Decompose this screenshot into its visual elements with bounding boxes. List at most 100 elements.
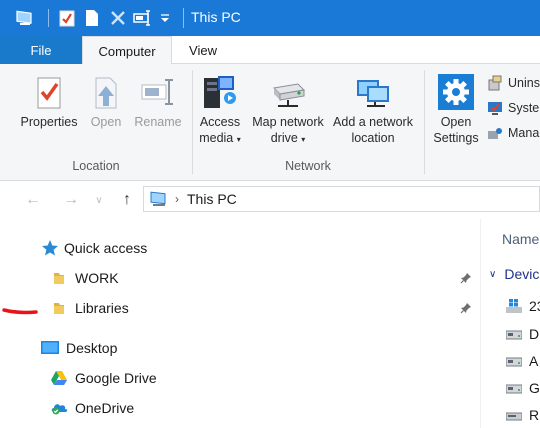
drive-item[interactable]: D — [505, 323, 539, 345]
this-pc-icon[interactable] — [14, 6, 36, 30]
drive-item[interactable]: G — [505, 377, 540, 399]
title-bar: This PC — [0, 0, 540, 36]
up-arrow-icon[interactable]: ↑ — [117, 190, 137, 210]
drive-label: 23 — [529, 298, 540, 314]
location-group-label: Location — [72, 159, 120, 173]
column-header-name[interactable]: Name — [502, 231, 539, 247]
window-title: This PC — [191, 9, 241, 25]
properties-label: Properties — [20, 115, 78, 129]
settings-gear-icon — [430, 70, 482, 114]
folder-icon — [49, 298, 69, 318]
map-network-drive-label-line1: Map network — [252, 115, 324, 129]
rename-qa-icon[interactable] — [132, 6, 154, 30]
navigation-bar: ← → ∨ ↑ › This PC — [0, 181, 540, 219]
drive-icon — [505, 380, 523, 396]
nav-item-google-drive[interactable]: Google Drive — [49, 365, 157, 391]
address-bar[interactable]: › This PC — [143, 186, 540, 212]
desktop-icon — [40, 338, 60, 358]
tab-view[interactable]: View — [172, 36, 234, 64]
forward-arrow-icon[interactable]: → — [61, 190, 81, 210]
onedrive-label: OneDrive — [75, 400, 135, 416]
add-network-location-label-line2: location — [351, 131, 395, 145]
drive-label: A — [529, 353, 539, 369]
access-media-label-line1: Access — [199, 115, 241, 129]
ribbon-panel: Properties Open Rename Location Access me… — [0, 64, 540, 181]
nav-item-libraries[interactable]: Libraries — [49, 295, 129, 321]
pin-icon[interactable] — [459, 301, 473, 315]
properties-qa-icon[interactable] — [56, 6, 78, 30]
work-label: WORK — [75, 270, 119, 286]
system-properties-button[interactable]: Systen — [486, 98, 540, 118]
pin-icon[interactable] — [459, 271, 473, 285]
access-media-icon — [196, 70, 244, 114]
add-network-location-label-line1: Add a network — [333, 115, 413, 129]
windows-drive-icon — [505, 298, 523, 314]
group-separator — [424, 70, 425, 174]
delete-qa-icon[interactable] — [107, 6, 129, 30]
manage-button[interactable]: Mana — [486, 123, 539, 143]
new-folder-qa-icon[interactable] — [81, 6, 103, 30]
network-group-label: Network — [285, 159, 331, 173]
drive-icon — [505, 353, 523, 369]
rename-button[interactable]: Rename — [131, 70, 185, 130]
network-drive-icon — [248, 70, 328, 114]
properties-icon — [14, 70, 84, 114]
properties-button[interactable]: Properties — [14, 70, 84, 130]
network-location-icon — [330, 70, 416, 114]
open-settings-label: Open Settings — [430, 114, 482, 146]
tab-computer[interactable]: Computer — [82, 36, 172, 65]
group-header-devices[interactable]: ∨ Devic — [489, 266, 539, 282]
map-network-drive-caret: ▾ — [301, 135, 306, 144]
system-properties-label: Systen — [508, 101, 540, 115]
open-settings-label-line2: Settings — [433, 131, 479, 145]
access-media-button[interactable]: Access media ▾ — [196, 70, 244, 148]
customize-toolbar-dropdown-icon[interactable] — [157, 6, 173, 30]
google-drive-label: Google Drive — [75, 370, 157, 386]
open-label: Open — [90, 115, 122, 129]
open-settings-button[interactable]: Open Settings — [430, 70, 482, 146]
nav-item-quick-access[interactable]: Quick access — [41, 235, 147, 261]
red-annotation-mark — [2, 308, 38, 315]
recent-locations-chevron-icon[interactable]: ∨ — [92, 190, 106, 210]
back-arrow-icon[interactable]: ← — [23, 190, 43, 210]
drive-icon — [505, 326, 523, 342]
ribbon-tabs: File Computer View — [0, 36, 540, 65]
drive-label: D — [529, 326, 540, 342]
map-network-drive-button[interactable]: Map network drive ▾ — [248, 70, 328, 148]
pane-divider[interactable] — [480, 219, 481, 428]
access-media-caret: ▾ — [236, 135, 241, 144]
drive-item[interactable]: RI — [505, 404, 540, 426]
uninstall-label: Uninst — [508, 76, 540, 90]
drive-item[interactable]: 23 — [505, 295, 540, 317]
toolbar-separator — [48, 9, 49, 27]
system-properties-icon — [486, 99, 504, 117]
rename-icon — [131, 70, 185, 114]
nav-item-onedrive[interactable]: OneDrive — [49, 395, 134, 421]
nav-item-desktop[interactable]: Desktop — [40, 335, 117, 361]
drive-label: RI — [529, 407, 540, 423]
tab-file[interactable]: File — [0, 36, 82, 64]
open-button[interactable]: Open — [86, 70, 126, 130]
breadcrumb-this-pc[interactable]: This PC — [187, 191, 237, 207]
uninstall-button[interactable]: Uninst — [486, 73, 540, 93]
add-network-location-label: Add a network location — [330, 114, 416, 146]
drive-label: G — [529, 380, 540, 396]
nav-item-work[interactable]: WORK — [49, 265, 119, 291]
quick-access-label: Quick access — [64, 240, 148, 256]
navigation-pane: Quick access WORK Libraries Desktop Goog… — [0, 219, 480, 428]
add-network-location-button[interactable]: Add a network location — [330, 70, 416, 146]
open-settings-label-line1: Open — [440, 115, 472, 129]
rename-label: Rename — [134, 115, 182, 129]
manage-label: Mana — [508, 126, 540, 140]
desktop-label: Desktop — [66, 340, 118, 356]
map-network-drive-label: Map network drive ▾ — [248, 114, 328, 148]
this-pc-address-icon — [149, 191, 169, 207]
access-media-label-line2: media — [199, 131, 234, 145]
open-icon — [86, 70, 126, 114]
devices-group-label: Devic — [504, 266, 540, 282]
drive-item[interactable]: A — [505, 350, 538, 372]
drive-icon — [505, 407, 523, 423]
breadcrumb-separator[interactable]: › — [175, 192, 179, 206]
access-media-label: Access media ▾ — [196, 114, 244, 148]
folder-icon — [49, 268, 69, 288]
